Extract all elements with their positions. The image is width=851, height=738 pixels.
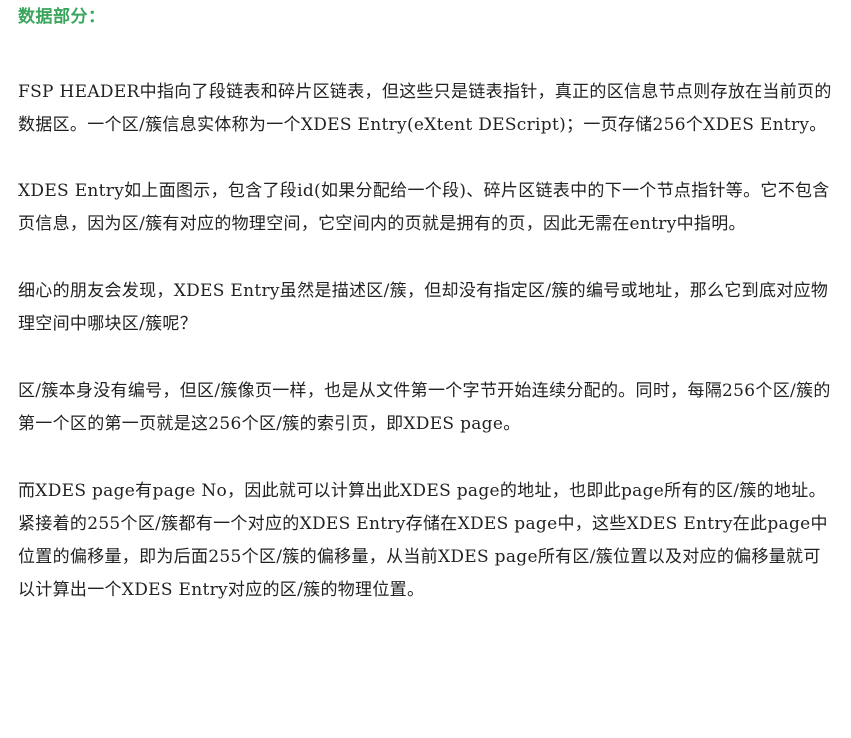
paragraph-extent-numbering: 区/簇本身没有编号，但区/簇像页一样，也是从文件第一个字节开始连续分配的。同时，… — [18, 381, 831, 434]
paragraph-question: 细心的朋友会发现，XDES Entry虽然是描述区/簇，但却没有指定区/簇的编号… — [18, 281, 829, 334]
paragraph-fsp-header: FSP HEADER中指向了段链表和碎片区链表，但这些只是链表指针，真正的区信息… — [18, 82, 832, 135]
paragraph-xdes-page: 而XDES page有page No，因此就可以计算出此XDES page的地址… — [18, 481, 828, 600]
section-heading: 数据部分： — [18, 7, 106, 27]
article-body: 数据部分： FSP HEADER中指向了段链表和碎片区链表，但这些只是链表指针，… — [18, 0, 833, 607]
paragraph-xdes-entry: XDES Entry如上面图示，包含了段id(如果分配给一个段)、碎片区链表中的… — [18, 181, 830, 234]
